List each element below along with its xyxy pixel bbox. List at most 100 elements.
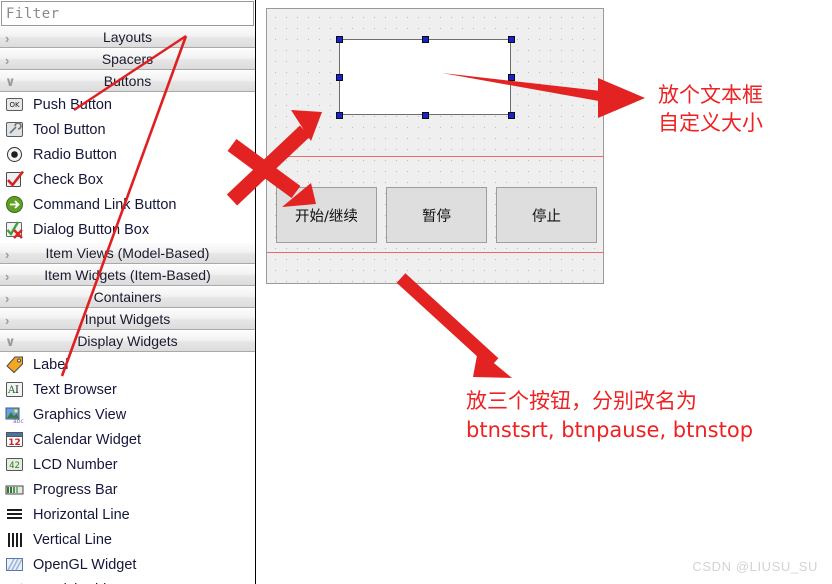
widget-group-label: Item Views (Model-Based) [45,245,210,261]
text-browser-icon: AI [4,379,25,400]
widget-item-label: Radio Button [33,146,117,163]
widget-item-label: Progress Bar [33,481,118,498]
widget-item-label: LCD Number [33,456,118,473]
widget-group-label: Layouts [102,29,153,45]
widget-item-label: Graphics View [33,406,127,423]
widget-item-label: Text Browser [33,381,117,398]
dialog-button-box-icon [4,219,25,240]
widget-item-progress-bar[interactable]: Progress Bar [0,477,255,502]
resize-handle-middle-left[interactable] [336,74,343,81]
resize-handle-top-right[interactable] [508,36,515,43]
svg-text:12: 12 [8,438,21,448]
horizontal-line-icon [4,504,25,525]
qquickwidget-icon [4,579,25,584]
resize-handle-top-center[interactable] [422,36,429,43]
widget-item-label: Dialog Button Box [33,221,150,238]
resize-handle-top-left[interactable] [336,36,343,43]
graphics-view-icon: abc [4,404,25,425]
widget-group-header-layouts[interactable]: › Layouts [0,26,255,48]
filter-placeholder-text: Filter [6,5,60,22]
widget-group-header-input-widgets[interactable]: › Input Widgets [0,308,255,330]
widget-group-label: Spacers [101,51,154,67]
command-link-button-icon [4,194,25,215]
widget-item-label: Vertical Line [33,531,112,548]
check-box-icon [4,169,25,190]
widget-box-list[interactable]: › Layouts › Spacers ∨ Buttons OK Push Button Too… [0,26,255,584]
opengl-widget-icon [4,554,25,575]
widget-group-header-containers[interactable]: › Containers [0,286,255,308]
push-button-icon: OK [4,94,25,115]
widget-item-radio-button[interactable]: Radio Button [0,142,255,167]
annotation-arrow-to-buttons-note [396,273,512,378]
widget-group-label: Containers [93,289,162,305]
label-icon [4,354,25,375]
widget-item-opengl-widget[interactable]: OpenGL Widget [0,552,255,577]
radio-button-icon [4,144,25,165]
filter-input[interactable]: Filter [1,1,254,26]
chevron-right-icon[interactable]: › [5,287,9,309]
widget-item-label: OpenGL Widget [33,556,137,573]
widget-item-label: Tool Button [33,121,106,138]
widget-group-header-spacers[interactable]: › Spacers [0,48,255,70]
tool-button-icon [4,119,25,140]
svg-text:OK: OK [9,101,20,109]
resize-handle-bottom-right[interactable] [508,112,515,119]
widget-item-label: Calendar Widget [33,431,141,448]
progress-bar-icon [4,479,25,500]
calendar-widget-icon: 12 [4,429,25,450]
chevron-down-icon[interactable]: ∨ [5,71,16,93]
widget-item-command-link-button[interactable]: Command Link Button [0,192,255,217]
form-guide-line-bottom [267,252,603,253]
widget-item-label: Push Button [33,96,112,113]
widget-item-horizontal-line[interactable]: Horizontal Line [0,502,255,527]
widget-item-calendar-widget[interactable]: 12 Calendar Widget [0,427,255,452]
widget-group-label: Item Widgets (Item-Based) [44,267,211,283]
chevron-right-icon[interactable]: › [5,49,9,71]
widget-item-graphics-view[interactable]: abc Graphics View [0,402,255,427]
resize-handle-middle-right[interactable] [508,74,515,81]
widget-group-header-display-widgets[interactable]: ∨ Display Widgets [0,330,255,352]
widget-item-label: Horizontal Line [33,506,130,523]
watermark-text: CSDN @LIUSU_SU [692,559,818,574]
widget-box-panel: Filter › Layouts › Spacers ∨ Buttons OK Push Bu… [0,0,256,584]
chevron-right-icon[interactable]: › [5,265,9,287]
svg-text:42: 42 [9,461,20,471]
widget-item-qquickwidget[interactable]: QQuickWidget [0,577,255,584]
selected-text-edit-widget[interactable] [339,39,511,115]
widget-group-label: Display Widgets [77,333,178,349]
widget-item-label: Command Link Button [33,196,177,213]
widget-item-lcd-number[interactable]: 42 LCD Number [0,452,255,477]
widget-item-check-box[interactable]: Check Box [0,167,255,192]
chevron-down-icon[interactable]: ∨ [5,331,16,353]
widget-item-vertical-line[interactable]: Vertical Line [0,527,255,552]
widget-group-header-buttons[interactable]: ∨ Buttons [0,70,255,92]
widget-item-push-button[interactable]: OK Push Button [0,92,255,117]
widget-item-label[interactable]: Label [0,352,255,377]
form-guide-line-top [267,156,603,157]
form-button-start[interactable]: 开始/继续 [276,187,377,243]
form-button-pause[interactable]: 暂停 [386,187,487,243]
form-canvas[interactable]: 开始/继续 暂停 停止 [266,8,604,284]
annotation-buttons-note-line2: btnstsrt, btnpause, btnstop [466,418,754,442]
widget-group-header-item-widgets-item-based[interactable]: › Item Widgets (Item-Based) [0,264,255,286]
widget-item-tool-button[interactable]: Tool Button [0,117,255,142]
resize-handle-bottom-center[interactable] [422,112,429,119]
annotation-textbox-note-line2: 自定义大小 [658,111,763,135]
widget-item-text-browser[interactable]: A I Text Browser [0,377,255,402]
chevron-right-icon[interactable]: › [5,27,9,49]
svg-text:I: I [15,385,19,396]
widget-item-label: Label [33,356,69,373]
vertical-line-icon [4,529,25,550]
chevron-right-icon[interactable]: › [5,243,9,265]
chevron-right-icon[interactable]: › [5,309,9,331]
lcd-number-icon: 42 [4,454,25,475]
annotation-buttons-note-line1: 放三个按钮，分别改名为 [466,389,697,413]
resize-handle-bottom-left[interactable] [336,112,343,119]
widget-group-label: Buttons [103,73,152,89]
widget-group-header-item-views-model-based[interactable]: › Item Views (Model-Based) [0,242,255,264]
widget-item-dialog-button-box[interactable]: Dialog Button Box [0,217,255,242]
svg-text:abc: abc [13,418,24,425]
annotation-textbox-note-line1: 放个文本框 [658,83,763,107]
form-button-stop[interactable]: 停止 [496,187,597,243]
widget-group-label: Input Widgets [84,311,171,327]
